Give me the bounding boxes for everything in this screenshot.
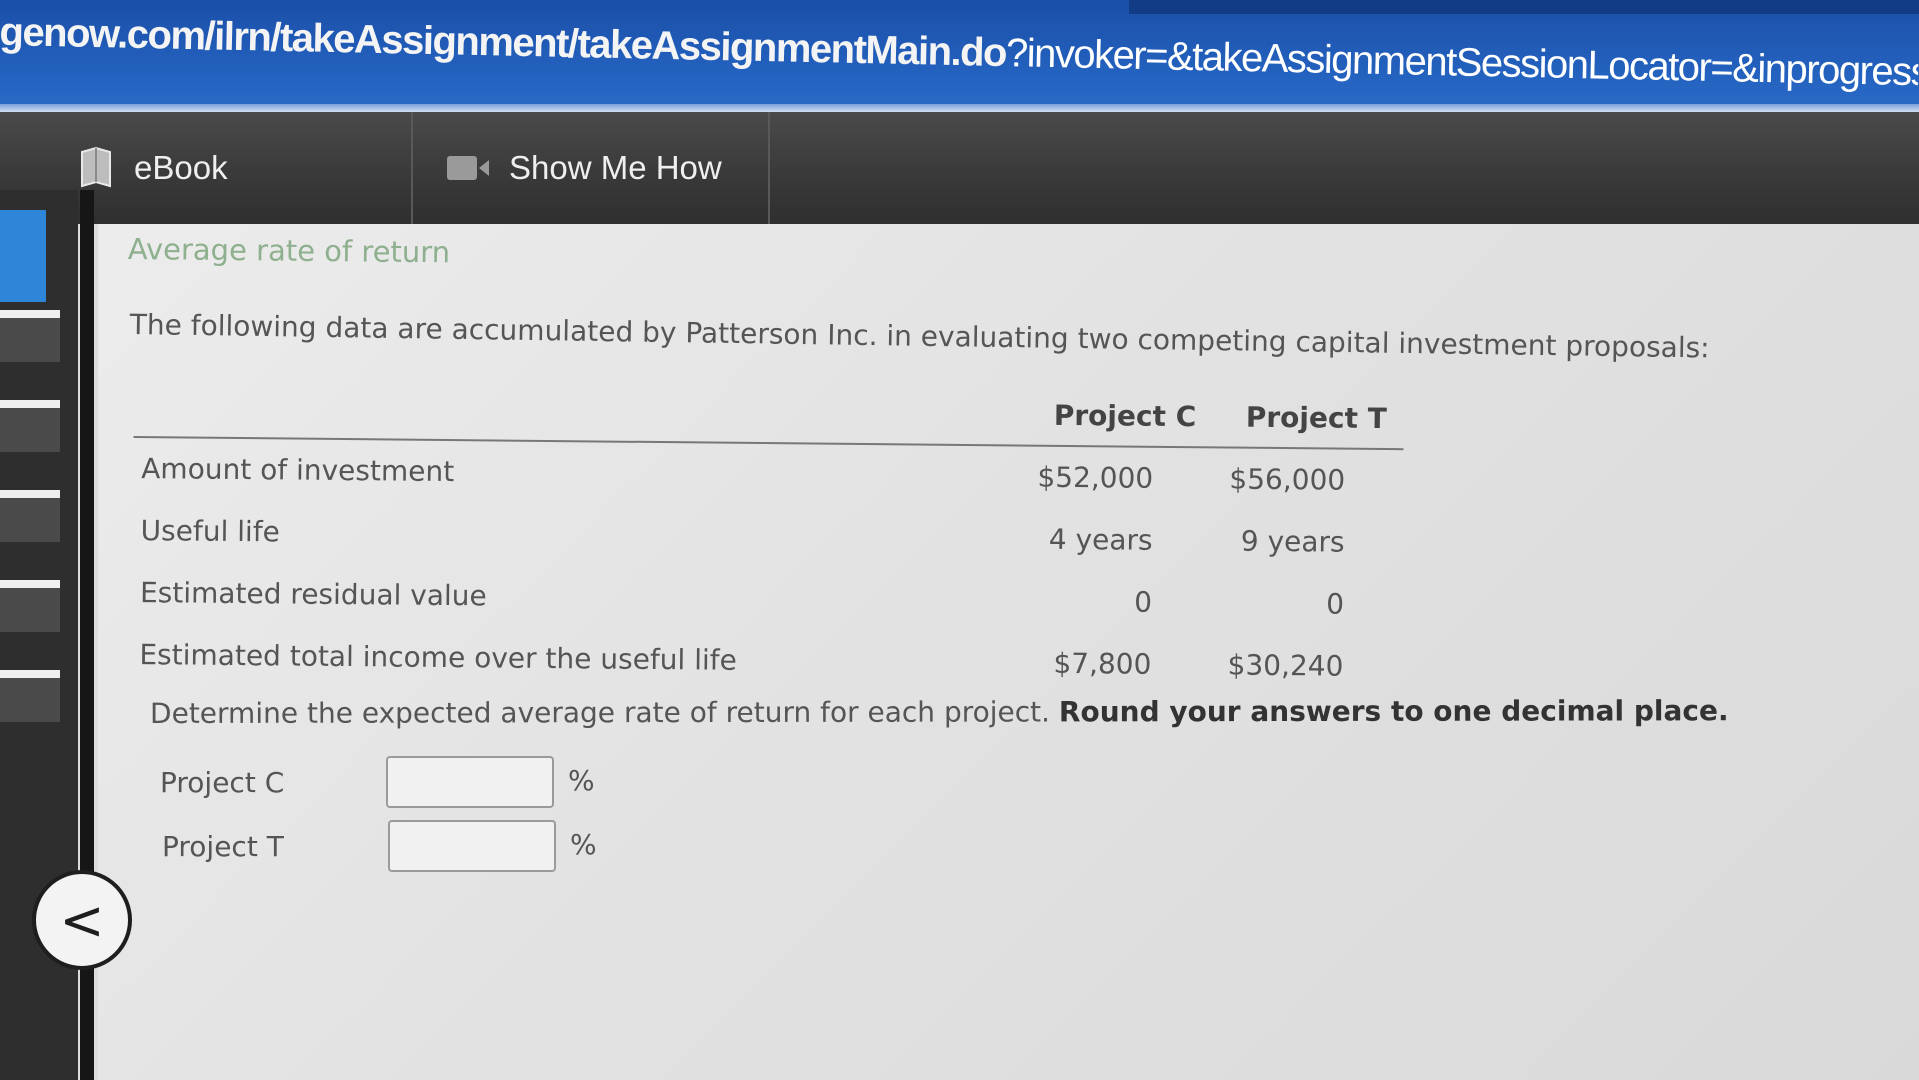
instruction-emphasis: Round your answers to one decimal place. [1058, 694, 1729, 729]
cell-value: $30,240 [1227, 648, 1344, 683]
book-icon [78, 146, 114, 190]
problem-title: Average rate of return [127, 232, 451, 270]
cell-value: $56,000 [1229, 462, 1346, 497]
instructions: Determine the expected average rate of r… [150, 694, 1729, 730]
answer-label: Project C [160, 766, 285, 799]
cell-value: 4 years [1048, 522, 1153, 557]
show-me-how-label: Show Me How [509, 149, 722, 186]
column-header-project-t: Project T [1245, 400, 1387, 436]
ebook-button[interactable]: eBook [58, 112, 413, 224]
row-label: Estimated total income over the useful l… [139, 638, 737, 677]
column-header-project-c: Project C [1053, 398, 1197, 434]
sidebar-item[interactable] [0, 400, 60, 452]
cell-value: 9 years [1240, 524, 1345, 559]
sidebar-item[interactable] [0, 670, 60, 722]
chevron-left-icon: < [59, 888, 105, 952]
cell-value: $52,000 [1037, 460, 1154, 495]
row-label: Estimated residual value [139, 576, 487, 613]
sidebar-item[interactable] [0, 490, 60, 542]
url-query: ?invoker=&takeAssignmentSessionLocator=&… [1005, 31, 1919, 96]
project-t-rate-input[interactable] [388, 820, 556, 872]
cell-value: 0 [1134, 585, 1153, 619]
url-text[interactable]: genow.com/ilrn/takeAssignment/takeAssign… [0, 10, 1919, 95]
row-label: Useful life [140, 514, 281, 549]
row-label: Amount of investment [141, 452, 455, 489]
percent-unit: % [568, 764, 595, 797]
back-button[interactable]: < [32, 870, 132, 970]
sidebar-item-current[interactable] [0, 210, 46, 302]
assignment-toolbar: eBook Show Me How [0, 112, 1919, 224]
ebook-label: eBook [134, 149, 228, 186]
percent-unit: % [570, 828, 597, 861]
sidebar-item[interactable] [0, 310, 60, 362]
instruction-text: Determine the expected average rate of r… [150, 695, 1051, 730]
data-table: Project C Project T Amount of investment… [131, 390, 1404, 698]
table-row: Estimated total income over the useful l… [131, 624, 1402, 698]
show-me-how-button[interactable]: Show Me How [415, 112, 770, 224]
cell-value: 0 [1326, 587, 1345, 621]
answer-label: Project T [162, 830, 284, 863]
project-c-rate-input[interactable] [386, 756, 554, 808]
sidebar-item[interactable] [0, 580, 60, 632]
cell-value: $7,800 [1053, 646, 1152, 681]
video-icon [445, 153, 491, 183]
browser-address-bar[interactable]: genow.com/ilrn/takeAssignment/takeAssign… [0, 0, 1919, 112]
browser-top-strip [1129, 0, 1919, 14]
url-domain: genow.com/ilrn/takeAssignment/takeAssign… [0, 10, 1007, 76]
